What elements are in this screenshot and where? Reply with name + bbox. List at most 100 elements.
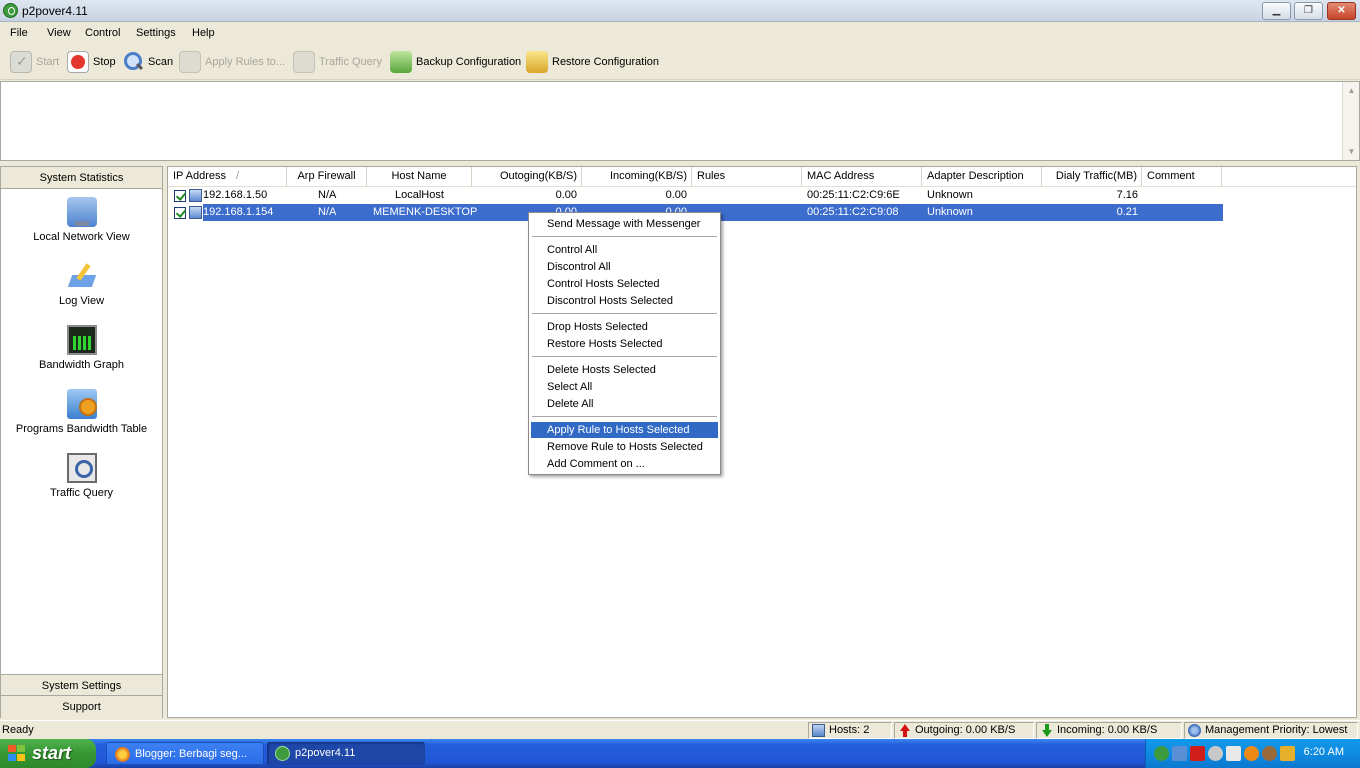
apply-rules-button[interactable]: Apply Rules to...: [179, 49, 285, 75]
column-adapter-description[interactable]: Adapter Description: [922, 167, 1042, 186]
app-icon: [275, 746, 290, 761]
app-icon: [3, 3, 18, 18]
cell-adapter: Unknown: [927, 206, 973, 218]
menu-view[interactable]: View: [47, 27, 71, 39]
host-list[interactable]: IP Address / Arp Firewall Host Name Outo…: [167, 166, 1357, 718]
status-incoming: Incoming: 0.00 KB/S: [1036, 722, 1182, 739]
p2pover-tray-icon[interactable]: [1154, 746, 1169, 761]
menu-apply-rule-to-hosts-selected[interactable]: Apply Rule to Hosts Selected: [531, 422, 718, 438]
toolbar: Start Stop Scan Apply Rules to... Traffi…: [0, 44, 1360, 80]
menu-select-all[interactable]: Select All: [531, 379, 718, 395]
host-checkbox[interactable]: [174, 207, 186, 219]
cell-ip: 192.168.1.50: [203, 189, 268, 201]
support-header[interactable]: Support: [1, 696, 162, 718]
menu-add-comment[interactable]: Add Comment on ...: [531, 456, 718, 472]
minimize-button[interactable]: ▁: [1262, 2, 1291, 20]
cell-arp: N/A: [318, 206, 337, 218]
traffic-query-label: Traffic Query: [319, 56, 382, 68]
menu-control-hosts-selected[interactable]: Control Hosts Selected: [531, 276, 718, 292]
traffic-query-icon: [66, 453, 97, 483]
column-ip-address[interactable]: IP Address /: [168, 167, 287, 186]
host-checkbox[interactable]: [174, 190, 186, 202]
menu-send-message[interactable]: Send Message with Messenger: [531, 216, 718, 232]
menu-settings[interactable]: Settings: [136, 27, 176, 39]
download-arrow-icon: [1040, 724, 1053, 737]
status-management-text: Management Priority: Lowest: [1205, 724, 1348, 736]
host-context-menu: Send Message with Messenger Control All …: [528, 212, 721, 475]
column-outgoing[interactable]: Outoging(KB/S): [472, 167, 582, 186]
sidebar-item-label: Traffic Query: [50, 487, 113, 499]
menu-discontrol-hosts-selected[interactable]: Discontrol Hosts Selected: [531, 293, 718, 309]
pen-tray-icon[interactable]: [1280, 746, 1295, 761]
cell-mac: 00:25:11:C2:C9:08: [807, 206, 899, 218]
check-icon: [10, 51, 32, 73]
log-scrollbar[interactable]: ▲ ▼: [1342, 82, 1359, 160]
table-row[interactable]: 192.168.1.50 N/A LocalHost 0.00 0.00 00:…: [170, 187, 1223, 204]
menu-delete-hosts-selected[interactable]: Delete Hosts Selected: [531, 362, 718, 378]
start-button[interactable]: Start: [10, 49, 59, 75]
system-statistics-header[interactable]: System Statistics: [1, 167, 162, 189]
traffic-query-button[interactable]: Traffic Query: [293, 49, 382, 75]
maximize-button[interactable]: ❐: [1294, 2, 1323, 20]
computer-icon: [189, 206, 202, 219]
menu-control[interactable]: Control: [85, 27, 120, 39]
backup-icon: [390, 51, 412, 73]
column-rules[interactable]: Rules: [692, 167, 802, 186]
restore-configuration-button[interactable]: Restore Configuration: [526, 49, 659, 75]
status-outgoing-text: Outgoing: 0.00 KB/S: [915, 724, 1016, 736]
column-arp-firewall[interactable]: Arp Firewall: [287, 167, 367, 186]
system-settings-header[interactable]: System Settings: [1, 674, 162, 696]
priority-icon: [1188, 724, 1201, 737]
magnifier-icon: [122, 51, 144, 73]
ati-tray-icon[interactable]: [1190, 746, 1205, 761]
menu-delete-all[interactable]: Delete All: [531, 396, 718, 412]
sidebar-item-traffic-query[interactable]: Traffic Query: [1, 453, 162, 499]
menu-separator: [532, 356, 717, 357]
column-incoming[interactable]: Incoming(KB/S): [582, 167, 692, 186]
close-button[interactable]: ✕: [1327, 2, 1356, 20]
menu-drop-hosts-selected[interactable]: Drop Hosts Selected: [531, 319, 718, 335]
column-mac-address[interactable]: MAC Address: [802, 167, 922, 186]
stop-icon: [67, 51, 89, 73]
column-host-name[interactable]: Host Name: [367, 167, 472, 186]
programs-icon: [66, 389, 97, 419]
sidebar-item-local-network-view[interactable]: Local Network View: [1, 197, 162, 243]
sort-indicator-icon: /: [236, 170, 240, 182]
cell-mac: 00:25:11:C2:C9:6E: [807, 189, 900, 201]
menu-restore-hosts-selected[interactable]: Restore Hosts Selected: [531, 336, 718, 352]
message-log[interactable]: ▲ ▼: [0, 81, 1360, 161]
network-tray-icon[interactable]: [1172, 746, 1187, 761]
stop-button[interactable]: Stop: [67, 49, 116, 75]
sidebar-item-bandwidth-graph[interactable]: Bandwidth Graph: [1, 325, 162, 371]
cell-host: MEMENK-DESKTOP: [373, 206, 478, 218]
browser-tray-icon[interactable]: [1244, 746, 1259, 761]
volume-tray-icon[interactable]: [1262, 746, 1277, 761]
sidebar-item-programs-bandwidth-table[interactable]: Programs Bandwidth Table: [1, 389, 162, 435]
cell-ip: 192.168.1.154: [203, 206, 274, 218]
scan-button[interactable]: Scan: [122, 49, 173, 75]
menu-help[interactable]: Help: [192, 27, 215, 39]
menu-control-all[interactable]: Control All: [531, 242, 718, 258]
clock: 6:20 AM: [1303, 746, 1344, 758]
sidebar-item-label: Programs Bandwidth Table: [15, 423, 148, 435]
windows-flag-icon: [8, 745, 26, 762]
navigation-sidebar: System Statistics Local Network View Log…: [0, 166, 163, 718]
cell-traffic: 7.16: [1116, 189, 1138, 201]
apply-rules-label: Apply Rules to...: [205, 56, 286, 68]
menu-remove-rule-to-hosts-selected[interactable]: Remove Rule to Hosts Selected: [531, 439, 718, 455]
start-button[interactable]: start: [0, 739, 96, 768]
scroll-down-icon[interactable]: ▼: [1344, 144, 1359, 159]
window-title: p2pover4.11: [22, 4, 88, 18]
monitor-tray-icon[interactable]: [1226, 746, 1241, 761]
task-p2pover[interactable]: p2pover4.11: [267, 742, 425, 765]
menu-file[interactable]: File: [10, 27, 28, 39]
sidebar-item-log-view[interactable]: Log View: [1, 261, 162, 307]
restore-icon: [526, 51, 548, 73]
disk-tray-icon[interactable]: [1208, 746, 1223, 761]
menu-discontrol-all[interactable]: Discontrol All: [531, 259, 718, 275]
scroll-up-icon[interactable]: ▲: [1344, 83, 1359, 98]
column-daily-traffic[interactable]: Dialy Traffic(MB): [1042, 167, 1142, 186]
backup-configuration-button[interactable]: Backup Configuration: [390, 49, 521, 75]
column-comment[interactable]: Comment: [1142, 167, 1222, 186]
task-blogger[interactable]: Blogger: Berbagi seg...: [106, 742, 264, 765]
